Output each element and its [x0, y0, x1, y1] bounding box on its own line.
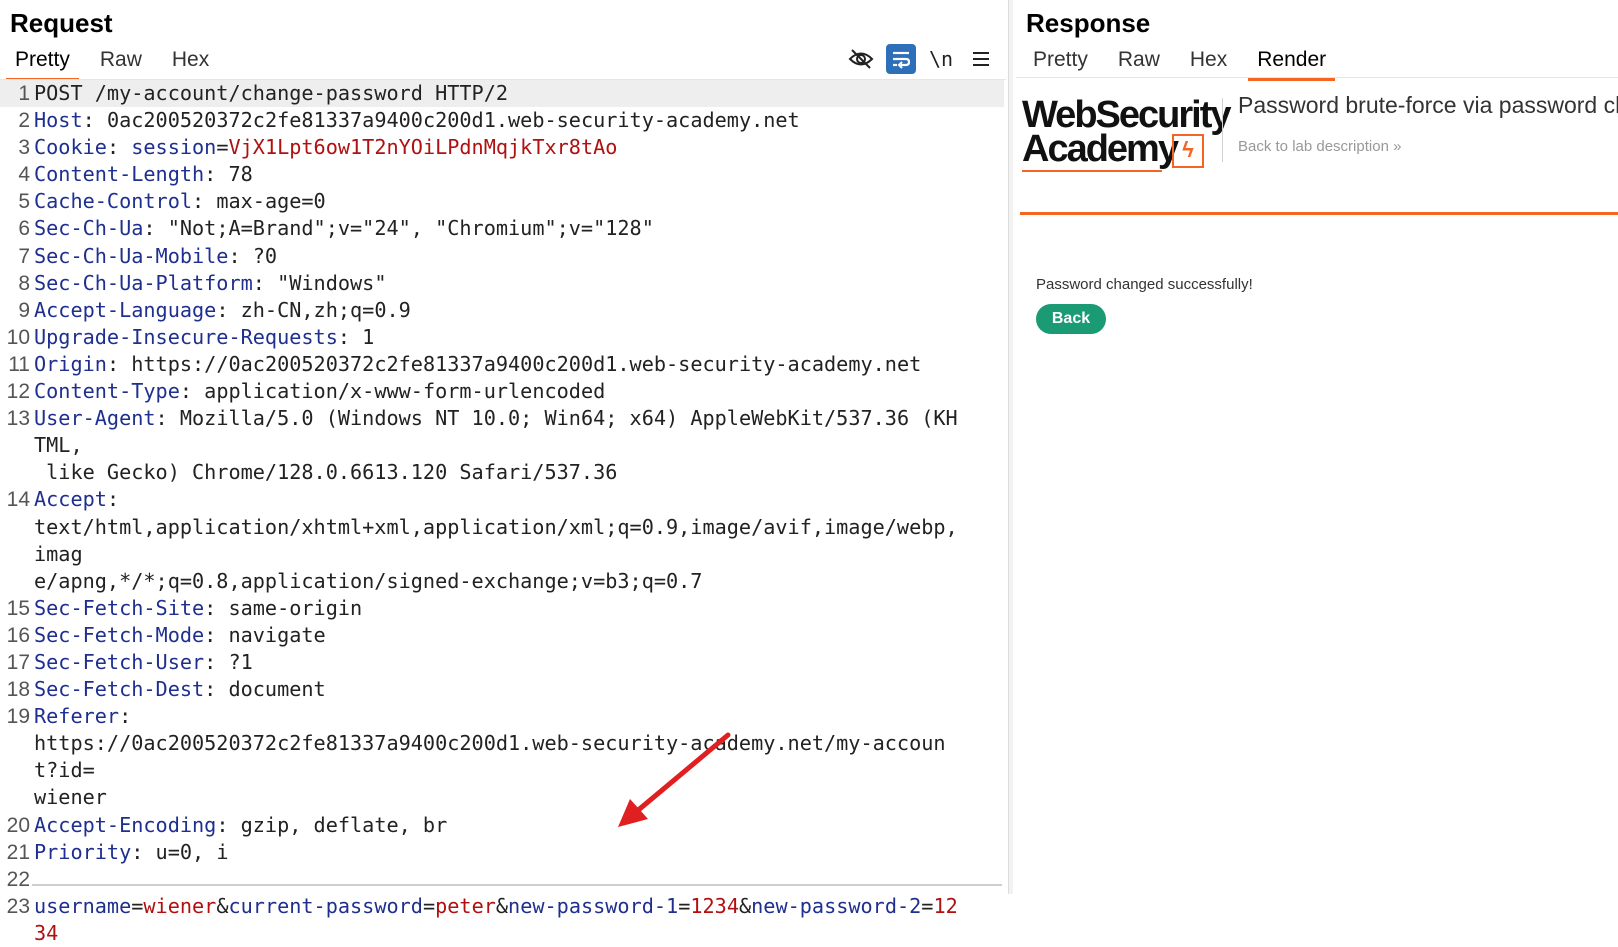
code-line: 14 Accept: [6, 487, 120, 512]
code-line-wrap: https://0ac200520372c2fe81337a9400c200d1… [34, 731, 946, 783]
code-line: 11 Origin: https://0ac200520372c2fe81337a… [8, 351, 922, 376]
request-title: Request [10, 8, 113, 38]
code-line-wrap: text/html,application/xhtml+xml,applicat… [34, 514, 958, 566]
hamburger-menu-icon[interactable] [966, 44, 996, 74]
code-line: 5 Cache-Control: max-age=0 [18, 189, 326, 214]
code-line: 8 Sec-Ch-Ua-Platform: "Windows" [18, 270, 387, 295]
code-line: 12 Content-Type: application/x-www-form-u… [6, 379, 606, 404]
request-tab-raw[interactable]: Raw [91, 46, 151, 81]
code-line: 17 Sec-Fetch-User: ?1 [6, 649, 253, 674]
response-pane: Response Pretty Raw Hex Render WebSecuri… [1016, 0, 1618, 894]
response-tab-hex[interactable]: Hex [1181, 46, 1236, 81]
eye-slash-icon[interactable] [846, 44, 876, 74]
code-line: 9 Accept-Language: zh-CN,zh;q=0.9 [18, 297, 411, 322]
annotation-arrow [618, 732, 731, 827]
rendered-page: WebSecurity Academy ϟ Password brute-for… [1016, 78, 1618, 894]
code-line-wrap: like Gecko) Chrome/128.0.6613.120 Safari… [34, 460, 618, 485]
back-button[interactable]: Back [1036, 304, 1106, 334]
code-line: 18 Sec-Fetch-Dest: document [6, 677, 326, 702]
code-line: 21 Priority: u=0, i [6, 839, 229, 864]
response-tab-pretty[interactable]: Pretty [1024, 46, 1097, 81]
code-line: 16 Sec-Fetch-Mode: navigate [6, 622, 326, 647]
code-line: 2 Host: 0ac200520372c2fe81337a9400c200d1.… [18, 108, 800, 133]
response-tabs: Pretty Raw Hex Render [1024, 46, 1347, 81]
response-title: Response [1026, 8, 1151, 38]
header-separator [1222, 98, 1223, 162]
request-tabs: Pretty Raw Hex [6, 46, 230, 81]
code-line-wrap: e/apng,*/*;q=0.8,application/signed-exch… [34, 568, 703, 593]
code-line: 20 Accept-Encoding: gzip, deflate, br [6, 812, 448, 837]
code-line-wrap: wiener [34, 785, 107, 810]
request-tab-hex[interactable]: Hex [163, 46, 218, 81]
code-line: 15 Sec-Fetch-Site: same-origin [6, 595, 363, 620]
code-line: 4 Content-Length: 78 [18, 162, 253, 187]
editor-bottom-border [32, 884, 1002, 886]
lightning-bolt-icon: ϟ [1172, 134, 1204, 168]
success-message: Password changed successfully! [1036, 276, 1253, 293]
code-line: 10 Upgrade-Insecure-Requests: 1 [6, 324, 375, 349]
lab-title: Password brute-force via password change [1238, 92, 1618, 118]
pane-splitter[interactable] [1008, 0, 1013, 894]
code-line: 13 User-Agent: Mozilla/5.0 (Windows NT 10… [6, 406, 958, 458]
request-editor[interactable]: 1 POST /my-account/change-password HTTP/2… [0, 80, 1004, 947]
code-line: 7 Sec-Ch-Ua-Mobile: ?0 [18, 243, 278, 268]
request-tab-pretty[interactable]: Pretty [6, 46, 79, 81]
response-tab-render[interactable]: Render [1248, 46, 1336, 81]
code-line: 22 [6, 867, 30, 891]
code-line: 1 POST /my-account/change-password HTTP/2 [0, 80, 1004, 108]
newline-toggle-button[interactable]: \n [926, 44, 956, 74]
request-body-line: 23 username=wiener&current-password=peter… [6, 893, 958, 945]
code-line: 6 Sec-Ch-Ua: "Not;A=Brand";v="24", "Chrom… [18, 216, 654, 241]
response-tab-raw[interactable]: Raw [1109, 46, 1169, 81]
back-to-lab-description-link[interactable]: Back to lab description » [1238, 138, 1401, 155]
code-line: 19 Referer: [6, 704, 132, 729]
request-pane: Request Pretty Raw Hex \n 1 POST /my-acco… [0, 0, 1010, 945]
header-rule [1020, 212, 1618, 215]
code-line: 3 Cookie: session=VjX1Lpt6ow1T2nYOiLPdnMq… [18, 135, 618, 160]
request-toolbar: \n [846, 44, 996, 74]
web-security-academy-logo[interactable]: WebSecurity Academy ϟ [1022, 96, 1231, 174]
word-wrap-icon[interactable] [886, 44, 916, 74]
